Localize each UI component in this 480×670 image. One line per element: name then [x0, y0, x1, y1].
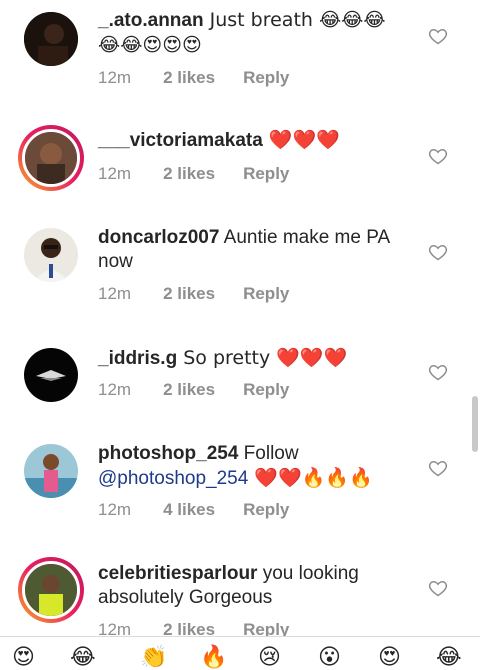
comment-text: _iddris.g So pretty ❤️❤️❤️	[98, 346, 410, 371]
comment-mention-link[interactable]: @photoshop_254	[98, 468, 248, 489]
comment-meta: 12m 2 likes Reply	[98, 380, 317, 400]
comment-likes[interactable]: 2 likes	[163, 284, 215, 303]
comment-body: ❤️❤️❤️	[262, 129, 340, 151]
comment-likes[interactable]: 2 likes	[163, 380, 215, 399]
comment-username[interactable]: ___victoriamakata	[98, 130, 263, 151]
comment-likes[interactable]: 4 likes	[163, 500, 215, 519]
avatar[interactable]	[24, 444, 78, 498]
heart-outline-icon[interactable]	[428, 26, 448, 46]
emoji-button[interactable]: 😮	[318, 647, 341, 669]
comment-time: 12m	[98, 380, 132, 399]
comment-text: doncarloz007 Auntie make me PA now	[98, 226, 410, 274]
avatar-image	[22, 129, 80, 187]
heart-outline-icon[interactable]	[428, 458, 448, 478]
avatar-image	[22, 561, 80, 619]
heart-outline-icon[interactable]	[428, 242, 448, 262]
comment-meta: 12m 2 likes Reply	[98, 164, 317, 184]
heart-outline-icon[interactable]	[428, 362, 448, 382]
comment-time: 12m	[98, 284, 132, 303]
comment-time: 12m	[98, 164, 132, 183]
comment-likes[interactable]: 2 likes	[163, 164, 215, 183]
avatar[interactable]	[18, 125, 84, 191]
emoji-button[interactable]: 🔥	[200, 647, 227, 669]
heart-outline-icon[interactable]	[428, 146, 448, 166]
avatar[interactable]	[24, 12, 78, 66]
avatar[interactable]	[18, 557, 84, 623]
comment-text: celebritiesparlour you looking absolutel…	[98, 562, 410, 610]
emoji-button[interactable]: 😂	[70, 647, 96, 669]
comment-body-after: ❤️❤️🔥🔥🔥	[248, 467, 373, 489]
reply-button[interactable]: Reply	[243, 284, 289, 303]
avatar[interactable]	[24, 228, 78, 282]
reply-button[interactable]: Reply	[243, 68, 289, 87]
comment-time: 12m	[98, 500, 132, 519]
comment-body-before: Follow	[238, 443, 299, 464]
comment-text: _.ato.annan Just breath 😂😂😂 😂😂😍😍😍	[98, 8, 410, 58]
emoji-button[interactable]: 😍	[378, 647, 401, 669]
comment-username[interactable]: photoshop_254	[98, 443, 238, 464]
comment-username[interactable]: celebritiesparlour	[98, 563, 257, 584]
comment-username[interactable]: _iddris.g	[98, 348, 177, 369]
comment-text: ___victoriamakata ❤️❤️❤️	[98, 128, 410, 153]
reply-button[interactable]: Reply	[243, 500, 289, 519]
emoji-button[interactable]: 😍	[12, 647, 35, 669]
comment-username[interactable]: doncarloz007	[98, 227, 219, 248]
avatar[interactable]	[24, 348, 78, 402]
comment-body: So pretty ❤️❤️❤️	[177, 347, 348, 369]
comment-meta: 12m 2 likes Reply	[98, 68, 317, 88]
emoji-button[interactable]: 👏	[140, 647, 167, 669]
comment-time: 12m	[98, 68, 132, 87]
comment-text: photoshop_254 Follow @photoshop_254 ❤️❤️…	[98, 442, 410, 491]
comment-meta: 12m 2 likes Reply	[98, 284, 317, 304]
reply-button[interactable]: Reply	[243, 380, 289, 399]
comment-likes[interactable]: 2 likes	[163, 68, 215, 87]
emoji-button[interactable]: 😢	[258, 647, 281, 669]
scrollbar-thumb[interactable]	[472, 396, 478, 452]
comment-meta: 12m 4 likes Reply	[98, 500, 317, 520]
reply-button[interactable]: Reply	[243, 164, 289, 183]
heart-outline-icon[interactable]	[428, 578, 448, 598]
comment-username[interactable]: _.ato.annan	[98, 10, 204, 31]
emoji-button[interactable]: 😂	[436, 647, 462, 669]
emoji-quick-reaction-bar: 😍 😂 👏 🔥 😢 😮 😍 😂	[0, 636, 480, 669]
